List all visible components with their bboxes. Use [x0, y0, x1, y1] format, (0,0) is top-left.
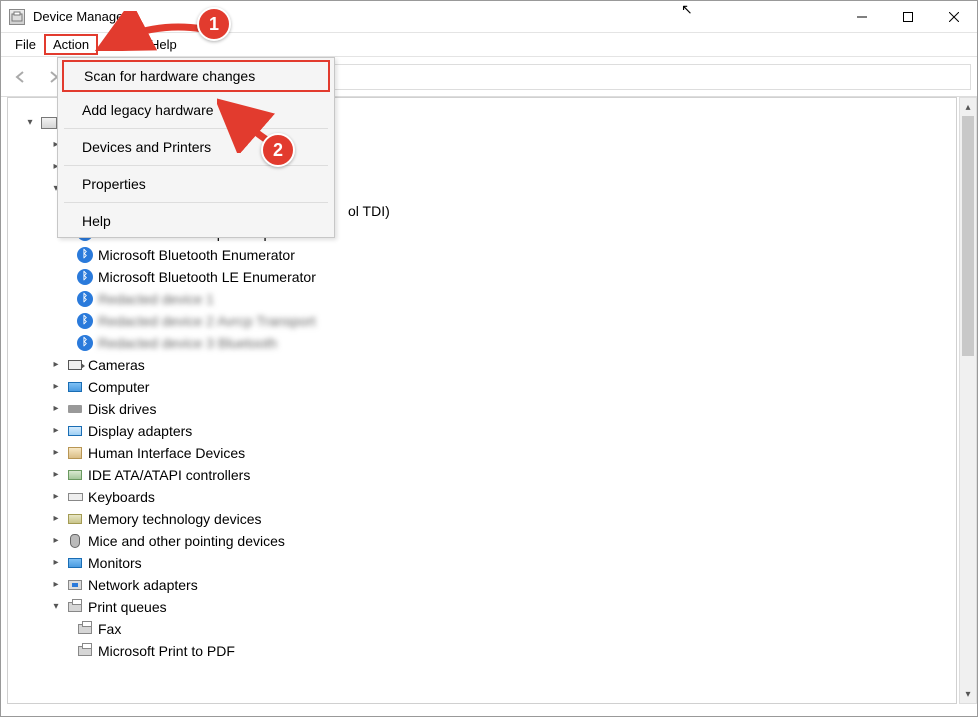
tree-category-keyboards[interactable]: ▸ Keyboards	[8, 486, 956, 508]
tree-item-ms-pdf[interactable]: Microsoft Print to PDF	[8, 640, 956, 662]
disk-icon	[66, 400, 84, 418]
tree-category-hid[interactable]: ▸ Human Interface Devices	[8, 442, 956, 464]
tree-category-mice[interactable]: ▸ Mice and other pointing devices	[8, 530, 956, 552]
keyboard-icon	[66, 488, 84, 506]
tree-item-label: Memory technology devices	[88, 508, 262, 530]
menu-help[interactable]: Help	[142, 35, 185, 54]
chevron-right-icon[interactable]: ▸	[48, 379, 64, 395]
chevron-down-icon[interactable]: ▾	[22, 115, 38, 131]
tree-item-redacted[interactable]: ᛒ Redacted device 2 Avrcp Transport	[8, 310, 956, 332]
monitor-icon	[66, 554, 84, 572]
dd-separator-1	[64, 128, 328, 129]
chevron-right-icon[interactable]: ▸	[48, 423, 64, 439]
tree-item-label: Microsoft Bluetooth LE Enumerator	[98, 266, 316, 288]
computer-icon	[40, 114, 58, 132]
bluetooth-icon: ᛒ	[76, 290, 94, 308]
ide-icon	[66, 466, 84, 484]
chevron-right-icon[interactable]: ▸	[48, 445, 64, 461]
bluetooth-icon: ᛒ	[76, 268, 94, 286]
tree-item-fax[interactable]: Fax	[8, 618, 956, 640]
tree-item-label: Print queues	[88, 596, 167, 618]
chevron-right-icon[interactable]: ▸	[48, 555, 64, 571]
chevron-down-icon[interactable]: ▾	[48, 599, 64, 615]
scroll-down-icon[interactable]: ▾	[960, 685, 976, 703]
dd-properties[interactable]: Properties	[58, 168, 334, 200]
chevron-right-icon[interactable]: ▸	[48, 467, 64, 483]
chevron-right-icon[interactable]: ▸	[48, 401, 64, 417]
tree-item-label: Human Interface Devices	[88, 442, 245, 464]
close-button[interactable]	[931, 1, 977, 33]
tree-item-label: Computer	[88, 376, 149, 398]
mouse-icon	[66, 532, 84, 550]
printer-icon	[76, 620, 94, 638]
menu-file[interactable]: File	[7, 35, 44, 54]
tree-item-label: Disk drives	[88, 398, 156, 420]
scroll-up-icon[interactable]: ▴	[960, 98, 976, 116]
chevron-right-icon[interactable]: ▸	[48, 533, 64, 549]
camera-icon	[66, 356, 84, 374]
menubar: File Action View Help	[1, 33, 977, 57]
tree-item-label: Cameras	[88, 354, 145, 376]
tree-category-monitors[interactable]: ▸ Monitors	[8, 552, 956, 574]
tree-item-label: Microsoft Print to PDF	[98, 640, 235, 662]
titlebar: Device Manager	[1, 1, 977, 33]
tree-item-label: Redacted device 2 Avrcp Transport	[98, 310, 316, 332]
annotation-badge-2: 2	[261, 133, 295, 167]
tree-category-memory[interactable]: ▸ Memory technology devices	[8, 508, 956, 530]
tree-item-redacted[interactable]: ᛒ Redacted device 3 Bluetooth	[8, 332, 956, 354]
tree-category-cameras[interactable]: ▸ Cameras	[8, 354, 956, 376]
tree-category-network[interactable]: ▸ Network adapters	[8, 574, 956, 596]
memory-icon	[66, 510, 84, 528]
tree-item-redacted[interactable]: ᛒ Redacted device 1	[8, 288, 956, 310]
tree-item-label: Microsoft Bluetooth Enumerator	[98, 244, 295, 266]
app-icon	[9, 9, 25, 25]
bluetooth-icon: ᛒ	[76, 312, 94, 330]
tree-item-label: Network adapters	[88, 574, 198, 596]
printer-icon	[76, 642, 94, 660]
monitor-icon	[66, 378, 84, 396]
bluetooth-icon: ᛒ	[76, 246, 94, 264]
chevron-right-icon[interactable]: ▸	[48, 577, 64, 593]
tree-category-display[interactable]: ▸ Display adapters	[8, 420, 956, 442]
tree-category-disk[interactable]: ▸ Disk drives	[8, 398, 956, 420]
menu-action[interactable]: Action	[44, 34, 98, 55]
chevron-right-icon[interactable]: ▸	[48, 357, 64, 373]
tree-item-label: ol TDI)	[348, 200, 390, 222]
tree-item-label: Fax	[98, 618, 121, 640]
tree-category-printqueues[interactable]: ▾ Print queues	[8, 596, 956, 618]
tree-item[interactable]: ᛒ Microsoft Bluetooth LE Enumerator	[8, 266, 956, 288]
tree-item-label: Mice and other pointing devices	[88, 530, 285, 552]
tree-item-label: IDE ATA/ATAPI controllers	[88, 464, 250, 486]
dd-add-legacy[interactable]: Add legacy hardware	[58, 94, 334, 126]
scroll-thumb[interactable]	[962, 116, 974, 356]
tree-item-label: Redacted device 3 Bluetooth	[98, 332, 277, 354]
menu-view[interactable]: View	[98, 35, 142, 54]
maximize-button[interactable]	[885, 1, 931, 33]
network-icon	[66, 576, 84, 594]
tree-category-computer[interactable]: ▸ Computer	[8, 376, 956, 398]
tree-item-label: Keyboards	[88, 486, 155, 508]
dd-separator-2	[64, 165, 328, 166]
display-icon	[66, 422, 84, 440]
tree-category-ide[interactable]: ▸ IDE ATA/ATAPI controllers	[8, 464, 956, 486]
dd-separator-3	[64, 202, 328, 203]
annotation-badge-1: 1	[197, 7, 231, 41]
tree-item-label: Display adapters	[88, 420, 192, 442]
tree-item-label: Monitors	[88, 552, 142, 574]
tree-item[interactable]: ᛒ Microsoft Bluetooth Enumerator	[8, 244, 956, 266]
vertical-scrollbar[interactable]: ▴ ▾	[959, 97, 977, 704]
dd-help[interactable]: Help	[58, 205, 334, 237]
dd-scan-hardware[interactable]: Scan for hardware changes	[62, 60, 330, 92]
minimize-button[interactable]	[839, 1, 885, 33]
window-title: Device Manager	[33, 9, 128, 24]
hid-icon	[66, 444, 84, 462]
printer-icon	[66, 598, 84, 616]
tree-item-label: Redacted device 1	[98, 288, 214, 310]
cursor-glyph: ↖	[681, 1, 693, 18]
bluetooth-icon: ᛒ	[76, 334, 94, 352]
chevron-right-icon[interactable]: ▸	[48, 511, 64, 527]
back-button[interactable]	[7, 63, 35, 91]
chevron-right-icon[interactable]: ▸	[48, 489, 64, 505]
